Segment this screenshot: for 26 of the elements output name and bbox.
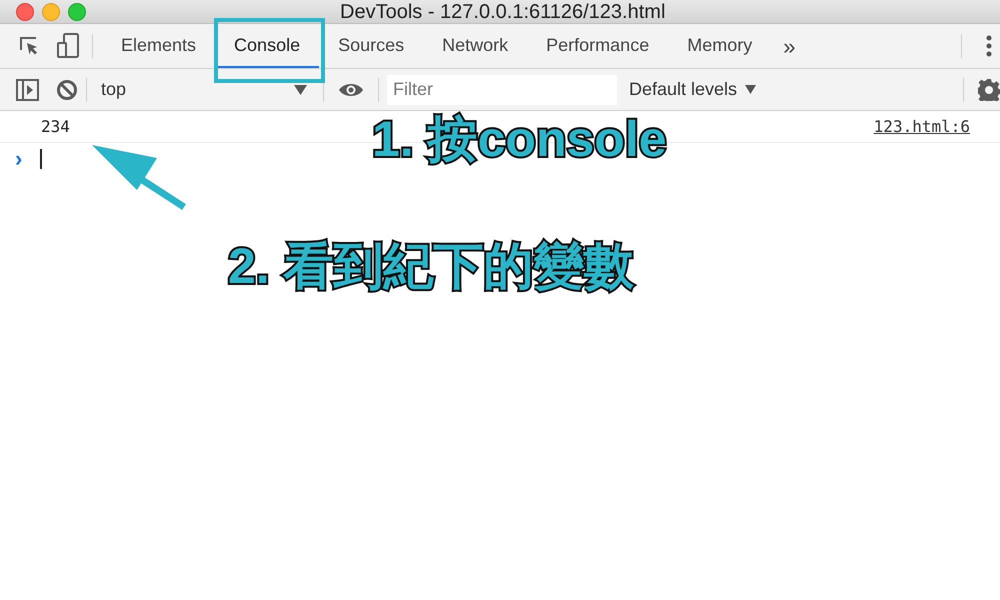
console-message: 234 bbox=[41, 116, 70, 138]
panel-tab[interactable]: Sources bbox=[319, 24, 424, 68]
filter-field[interactable]: Filter bbox=[387, 74, 617, 104]
panel-tab[interactable]: Performance bbox=[527, 24, 668, 68]
more-options-icon[interactable] bbox=[986, 34, 992, 58]
log-levels-dropdown[interactable]: Default levels bbox=[629, 76, 756, 103]
inspect-element-icon[interactable] bbox=[18, 35, 40, 57]
context-select[interactable]: top bbox=[95, 69, 315, 110]
text-cursor[interactable] bbox=[40, 149, 42, 169]
caret-icon bbox=[294, 84, 307, 94]
annotation-label: 1. 按console bbox=[372, 110, 667, 169]
sidebar-toggle-icon[interactable] bbox=[16, 78, 39, 100]
annotation-label: 2. 看到紀下的變數 bbox=[228, 237, 634, 296]
more-tabs-button[interactable]: » bbox=[771, 24, 808, 68]
settings-icon[interactable] bbox=[978, 78, 1000, 100]
close-window-icon[interactable] bbox=[16, 2, 34, 20]
panel-tab[interactable]: Memory bbox=[668, 24, 772, 68]
device-toolbar-icon[interactable] bbox=[56, 33, 80, 59]
eye-icon[interactable] bbox=[338, 82, 364, 98]
source-link[interactable]: 123.html:6 bbox=[874, 114, 970, 138]
window-title: DevTools - 127.0.0.1:61126/123.html bbox=[340, 0, 666, 24]
clear-console-icon[interactable] bbox=[56, 78, 78, 100]
caret-icon bbox=[745, 85, 756, 94]
prompt-chevron: › bbox=[15, 148, 22, 170]
panel-tab[interactable]: Elements bbox=[102, 24, 216, 68]
panel-tab[interactable]: Network bbox=[423, 24, 528, 68]
